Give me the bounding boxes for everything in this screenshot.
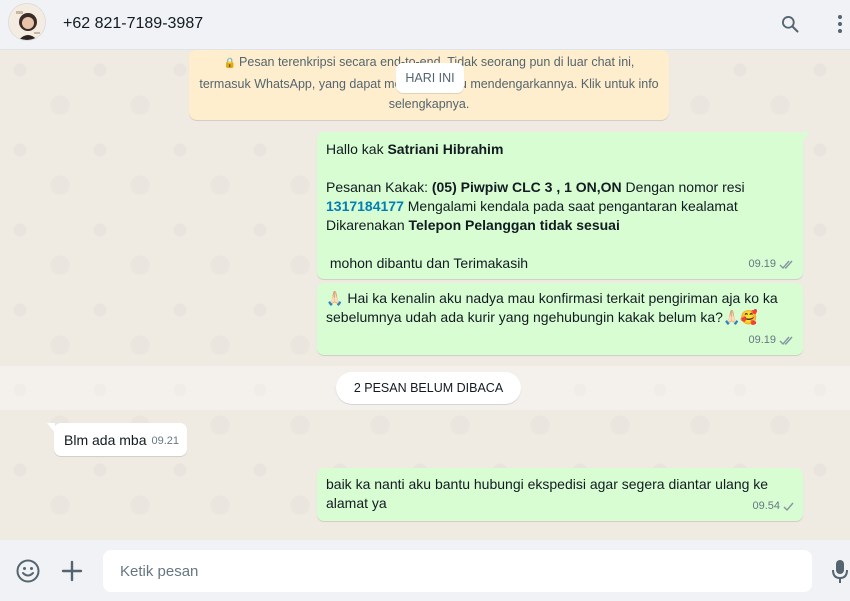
message-bubble-incoming[interactable]: Blm ada mba 09.21 xyxy=(47,423,187,456)
customer-name: Satriani Hibrahim xyxy=(387,141,504,157)
message-text: baik ka nanti aku bantu hubungi ekspedis… xyxy=(326,476,772,511)
message-composer xyxy=(0,540,850,601)
tracking-number[interactable]: 1317184177 xyxy=(326,198,404,214)
double-check-icon xyxy=(779,335,795,346)
pray-emoji: 🙏🏻 xyxy=(326,290,344,306)
emoji-icon[interactable] xyxy=(15,558,41,584)
message-time: 09.19 xyxy=(748,334,776,346)
message-bubble[interactable]: Hallo kak Satriani Hibrahim Pesanan Kaka… xyxy=(317,132,810,279)
pray-heart-emoji: 🙏🏻🥰 xyxy=(722,309,758,325)
message-text: Blm ada mba xyxy=(64,432,147,448)
unread-chip: 2 PESAN BELUM DIBACA xyxy=(336,372,521,404)
message-input[interactable] xyxy=(103,550,812,592)
message-time: 09.19 xyxy=(748,258,776,270)
message-text-span: Dengan nomor resi xyxy=(621,179,745,195)
message-time: 09.54 xyxy=(752,500,780,512)
message-text-span: Pesanan Kakak: xyxy=(326,179,432,195)
chat-header: +62 821-7189-3987 xyxy=(0,0,850,50)
message-meta: 09.19 xyxy=(748,255,795,274)
message-meta: 09.21 xyxy=(151,432,179,451)
message-text-span: Dikarenakan xyxy=(326,217,409,233)
search-icon[interactable] xyxy=(778,12,802,36)
message-bubble[interactable]: baik ka nanti aku bantu hubungi ekspedis… xyxy=(317,468,803,521)
single-check-icon xyxy=(783,501,795,512)
message-meta: 09.19 xyxy=(748,331,795,350)
chat-area[interactable]: 🔒 Pesan terenkripsi secara end-to-end. Ti… xyxy=(0,50,850,540)
double-check-icon xyxy=(779,259,795,270)
avatar[interactable] xyxy=(8,3,46,41)
product-name: (05) Piwpiw CLC 3 , 1 ON,ON xyxy=(431,179,622,195)
message-text-span: Hai ka kenalin aku nadya mau konfirmasi … xyxy=(326,290,782,325)
message-bubble[interactable]: 🙏🏻 Hai ka kenalin aku nadya mau konfirma… xyxy=(317,283,803,355)
contact-name[interactable]: +62 821-7189-3987 xyxy=(63,15,203,33)
message-meta: 09.54 xyxy=(752,497,795,516)
lock-icon: 🔒 xyxy=(223,58,237,69)
message-text: Hallo kak Satriani Hibrahim Pesanan Kaka… xyxy=(326,140,794,273)
date-chip: HARI INI xyxy=(396,63,464,93)
message-text: 🙏🏻 Hai ka kenalin aku nadya mau konfirma… xyxy=(326,289,794,327)
message-text-span: Hallo kak xyxy=(326,141,388,157)
plus-icon[interactable] xyxy=(59,558,85,584)
mic-icon[interactable] xyxy=(827,558,850,584)
menu-dots-icon[interactable] xyxy=(828,12,850,36)
reason-text: Telepon Pelanggan tidak sesuai xyxy=(408,217,620,233)
message-text-span: mohon dibantu dan Terimakasih xyxy=(326,255,529,271)
message-text-span: Mengalami kendala pada saat pengantaran … xyxy=(403,198,738,214)
message-time: 09.21 xyxy=(151,435,179,447)
